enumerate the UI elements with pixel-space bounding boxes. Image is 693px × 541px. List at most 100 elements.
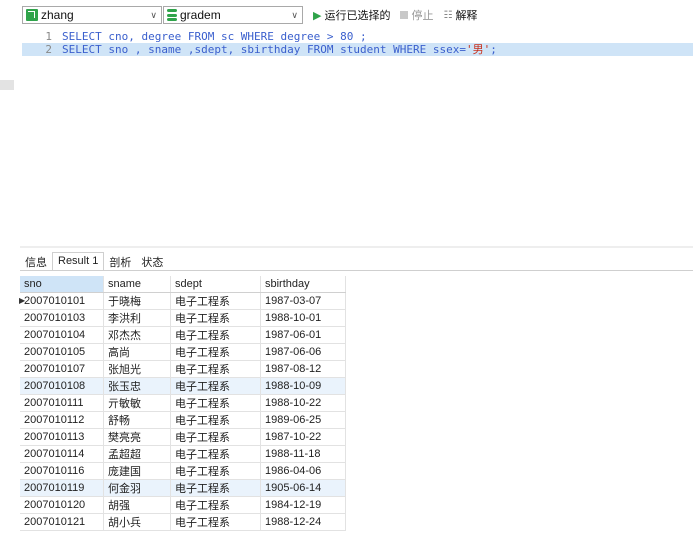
connection-select[interactable]: zhang ∨ — [22, 6, 162, 24]
table-cell-sdept[interactable]: 电子工程系 — [170, 411, 261, 429]
table-cell-sbirthday[interactable]: 1984-12-19 — [260, 496, 346, 514]
table-cell-sno[interactable]: ▶ 2007010101 — [19, 292, 104, 310]
table-cell-sbirthday[interactable]: 1986-04-06 — [260, 462, 346, 480]
table-row[interactable]: 2007010108 张玉忠 电子工程系 1988-10-09 — [20, 377, 346, 395]
explain-button[interactable]: ☷ 解释 — [443, 7, 477, 23]
table-cell-sno[interactable]: 2007010104 — [20, 326, 104, 344]
table-cell-sdept[interactable]: 电子工程系 — [170, 309, 261, 327]
table-cell-sno[interactable]: 2007010114 — [20, 445, 104, 463]
tab-status[interactable]: 状态 — [136, 255, 168, 271]
table-cell-sbirthday[interactable]: 1989-06-25 — [260, 411, 346, 429]
table-cell-sname[interactable]: 樊亮亮 — [103, 428, 171, 446]
table-cell-sdept[interactable]: 电子工程系 — [170, 496, 261, 514]
table-cell-sname[interactable]: 于晓梅 — [103, 292, 171, 310]
table-cell-sdept[interactable]: 电子工程系 — [170, 462, 261, 480]
table-row[interactable]: 2007010107 张旭光 电子工程系 1987-08-12 — [20, 360, 346, 378]
table-cell-sno[interactable]: 2007010111 — [20, 394, 104, 412]
table-cell-sname[interactable]: 胡强 — [103, 496, 171, 514]
column-header-sbirthday[interactable]: sbirthday — [260, 276, 346, 293]
sql-editor[interactable]: 1 SELECT cno, degree FROM sc WHERE degre… — [22, 30, 693, 246]
tab-info[interactable]: 信息 — [20, 255, 52, 271]
table-cell-sno[interactable]: 2007010116 — [20, 462, 104, 480]
code-text: SELECT sno , sname ,sdept, sbirthday FRO… — [62, 43, 466, 56]
column-header-sno[interactable]: sno — [20, 276, 104, 293]
table-cell-sno[interactable]: 2007010120 — [20, 496, 104, 514]
table-row[interactable]: 2007010114 孟超超 电子工程系 1988-11-18 — [20, 445, 346, 463]
code-text-end: ; — [490, 43, 497, 56]
table-cell-sbirthday[interactable]: 1987-08-12 — [260, 360, 346, 378]
table-cell-sno[interactable]: 2007010113 — [20, 428, 104, 446]
table-cell-sno[interactable]: 2007010107 — [20, 360, 104, 378]
table-cell-sno[interactable]: 2007010119 — [20, 479, 104, 497]
code-line: 1 SELECT cno, degree FROM sc WHERE degre… — [22, 30, 693, 43]
table-row[interactable]: 2007010112 舒畅 电子工程系 1989-06-25 — [20, 411, 346, 429]
table-cell-sbirthday[interactable]: 1988-10-01 — [260, 309, 346, 327]
result-tabs: 信息 Result 1 剖析 状态 — [20, 252, 168, 271]
table-cell-sname[interactable]: 李洪利 — [103, 309, 171, 327]
table-cell-sbirthday[interactable]: 1987-03-07 — [260, 292, 346, 310]
table-cell-sbirthday[interactable]: 1987-06-06 — [260, 343, 346, 361]
table-cell-sbirthday[interactable]: 1987-06-01 — [260, 326, 346, 344]
line-number: 2 — [45, 43, 52, 56]
table-cell-sname[interactable]: 张旭光 — [103, 360, 171, 378]
table-cell-sbirthday[interactable]: 1988-12-24 — [260, 513, 346, 531]
table-cell-sname[interactable]: 庞建国 — [103, 462, 171, 480]
table-cell-sname[interactable]: 胡小兵 — [103, 513, 171, 531]
column-header-sdept[interactable]: sdept — [170, 276, 261, 293]
table-cell-sno[interactable]: 2007010112 — [20, 411, 104, 429]
table-cell-sdept[interactable]: 电子工程系 — [170, 513, 261, 531]
table-cell-sname[interactable]: 何金羽 — [103, 479, 171, 497]
table-row[interactable]: 2007010120 胡强 电子工程系 1984-12-19 — [20, 496, 346, 514]
code-line-selected: 2 SELECT sno , sname ,sdept, sbirthday F… — [22, 43, 693, 56]
table-cell-sdept[interactable]: 电子工程系 — [170, 326, 261, 344]
table-cell-sdept[interactable]: 电子工程系 — [170, 394, 261, 412]
stop-icon — [400, 11, 409, 19]
table-cell-sname[interactable]: 高尚 — [103, 343, 171, 361]
column-header-sname[interactable]: sname — [103, 276, 171, 293]
table-cell-sname[interactable]: 孟超超 — [103, 445, 171, 463]
table-cell-sno[interactable]: 2007010103 — [20, 309, 104, 327]
table-row[interactable]: 2007010104 邓杰杰 电子工程系 1987-06-01 — [20, 326, 346, 344]
table-row[interactable]: 2007010103 李洪利 电子工程系 1988-10-01 — [20, 309, 346, 327]
table-cell-sdept[interactable]: 电子工程系 — [170, 360, 261, 378]
table-cell-sbirthday[interactable]: 1905-06-14 — [260, 479, 346, 497]
table-cell-sname[interactable]: 舒畅 — [103, 411, 171, 429]
table-cell-sbirthday[interactable]: 1988-10-09 — [260, 377, 346, 395]
tab-profile[interactable]: 剖析 — [104, 255, 136, 271]
table-cell-sdept[interactable]: 电子工程系 — [170, 445, 261, 463]
table-row[interactable]: 2007010116 庞建国 电子工程系 1986-04-06 — [20, 462, 346, 480]
connection-icon — [26, 9, 38, 21]
table-row[interactable]: 2007010121 胡小兵 电子工程系 1988-12-24 — [20, 513, 346, 531]
splitter[interactable] — [20, 246, 693, 248]
table-row[interactable]: ▶ 2007010101 于晓梅 电子工程系 1987-03-07 — [19, 292, 346, 310]
run-selected-button[interactable]: ▶ 运行已选择的 — [313, 7, 390, 23]
table-row[interactable]: 2007010111 亓敏敏 电子工程系 1988-10-22 — [20, 394, 346, 412]
table-cell-sdept[interactable]: 电子工程系 — [170, 428, 261, 446]
table-cell-sdept[interactable]: 电子工程系 — [170, 292, 261, 310]
chevron-down-icon: ∨ — [150, 10, 157, 20]
table-cell-sname[interactable]: 亓敏敏 — [103, 394, 171, 412]
table-cell-sdept[interactable]: 电子工程系 — [170, 377, 261, 395]
table-cell-sno[interactable]: 2007010105 — [20, 343, 104, 361]
table-cell-sdept[interactable]: 电子工程系 — [170, 479, 261, 497]
tab-divider — [20, 270, 693, 271]
table-cell-sbirthday[interactable]: 1988-11-18 — [260, 445, 346, 463]
table-row[interactable]: 2007010113 樊亮亮 电子工程系 1987-10-22 — [20, 428, 346, 446]
table-cell-sname[interactable]: 张玉忠 — [103, 377, 171, 395]
table-row[interactable]: 2007010119 何金羽 电子工程系 1905-06-14 — [20, 479, 346, 497]
table-row[interactable]: 2007010105 高尚 电子工程系 1987-06-06 — [20, 343, 346, 361]
database-icon — [167, 9, 177, 21]
table-cell-sbirthday[interactable]: 1988-10-22 — [260, 394, 346, 412]
table-cell-sname[interactable]: 邓杰杰 — [103, 326, 171, 344]
table-cell-sno[interactable]: 2007010121 — [20, 513, 104, 531]
result-grid: sno sname sdept sbirthday ▶ 2007010101 于晓梅… — [19, 276, 346, 531]
explain-label: 解释 — [455, 10, 478, 22]
table-cell-sdept[interactable]: 电子工程系 — [170, 343, 261, 361]
query-toolbar: zhang ∨ gradem ∨ ▶ 运行已选择的 停止 ☷ 解释 — [22, 5, 477, 25]
explain-icon: ☷ — [443, 9, 453, 21]
database-select[interactable]: gradem ∨ — [163, 6, 303, 24]
table-cell-sbirthday[interactable]: 1987-10-22 — [260, 428, 346, 446]
table-cell-sno[interactable]: 2007010108 — [20, 377, 104, 395]
tab-result-1[interactable]: Result 1 — [52, 252, 105, 271]
stop-button[interactable]: 停止 — [400, 7, 433, 23]
